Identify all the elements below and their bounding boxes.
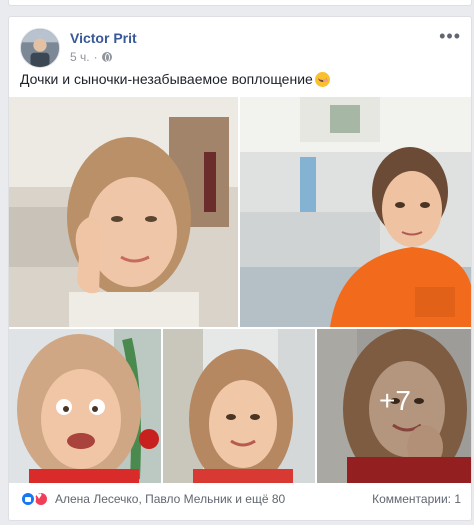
- photo-5[interactable]: +7: [317, 329, 471, 483]
- like-icon: [20, 491, 36, 507]
- previous-post-card-bottom: [8, 0, 472, 6]
- more-photos-count: +7: [379, 385, 411, 416]
- post-text-content: Дочки и сыночки-незабываемое воплощение: [20, 71, 313, 87]
- comments-count[interactable]: Комментарии: 1: [372, 492, 461, 506]
- post-header: Victor Prit 5 ч. · •••: [20, 27, 461, 72]
- more-photos-overlay[interactable]: +7: [317, 329, 471, 483]
- post-card: Victor Prit 5 ч. · ••• Дочки и сыночки-н…: [8, 16, 472, 521]
- photo-4[interactable]: [163, 329, 315, 483]
- post-text: Дочки и сыночки-незабываемое воплощение: [20, 70, 461, 89]
- reaction-names[interactable]: Алена Лесечко, Павло Мельник и ещё 80: [55, 492, 285, 506]
- photo-1[interactable]: [9, 97, 238, 327]
- more-options-icon[interactable]: •••: [439, 27, 461, 45]
- photo-2[interactable]: [240, 97, 471, 327]
- previous-post-edge: [0, 0, 474, 8]
- post-time[interactable]: 5 ч.: [70, 50, 90, 64]
- smiling-face-with-hearts-icon: [314, 72, 330, 87]
- photo-3[interactable]: [9, 329, 161, 483]
- post-footer: Алена Лесечко, Павло Мельник и ещё 80 Ко…: [20, 487, 461, 511]
- reaction-icons[interactable]: [20, 491, 49, 507]
- author-name[interactable]: Victor Prit: [70, 30, 137, 46]
- avatar[interactable]: [20, 28, 60, 68]
- post-meta: 5 ч. ·: [70, 50, 112, 64]
- globe-icon[interactable]: [101, 52, 112, 62]
- photo-grid: +7: [9, 97, 471, 483]
